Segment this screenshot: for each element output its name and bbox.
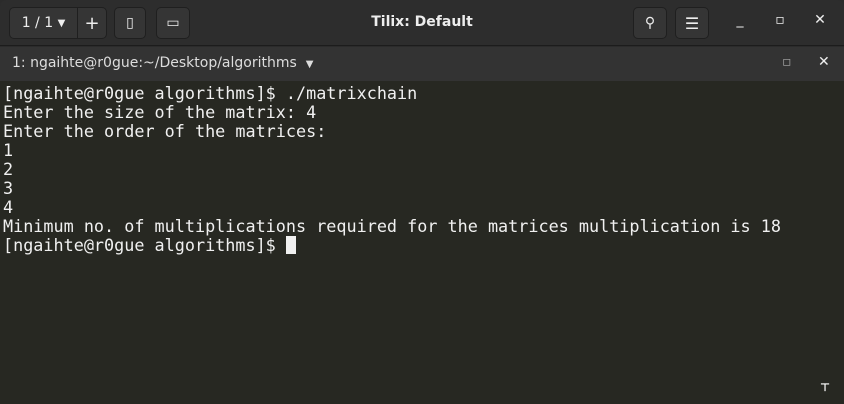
prompt: [ngaihte@r0gue algorithms]$ — [3, 235, 286, 255]
terminal-title-label: 1: ngaihte@r0gue:~/Desktop/algorithms — [12, 55, 297, 71]
text-cursor-icon: ⊤ — [820, 381, 831, 394]
maximize-icon: ▫ — [775, 12, 785, 28]
chevron-down-icon: ▼ — [305, 59, 314, 70]
title-bar: 1 / 1 ▼ + ▯ ▭ Tilix: Default ⚲ ☰ _ ▫ ✕ — [0, 0, 844, 46]
terminal-line: [ngaihte@r0gue algorithms]$ ./matrixchai… — [3, 83, 418, 103]
terminal-line: 2 — [3, 159, 14, 179]
terminal-line: 4 — [3, 197, 14, 217]
maximize-button[interactable]: ▫ — [770, 12, 790, 28]
close-button[interactable]: ✕ — [810, 12, 830, 28]
search-button[interactable]: ⚲ — [633, 7, 667, 39]
terminal-title: 1: ngaihte@r0gue:~/Desktop/algorithms ▼ — [12, 55, 313, 71]
terminal-line: 3 — [3, 178, 14, 198]
terminal-line: Minimum no. of multiplications required … — [3, 216, 781, 236]
close-terminal-button[interactable]: ✕ — [818, 54, 830, 70]
maximize-terminal-button[interactable]: ▫ — [782, 54, 792, 70]
minimize-button[interactable]: _ — [730, 12, 750, 28]
terminal-output[interactable]: [ngaihte@r0gue algorithms]$ ./matrixchai… — [0, 81, 844, 404]
window-title: Tilix: Default — [371, 14, 473, 30]
terminal-line: 1 — [3, 140, 14, 160]
terminal-line: Enter the size of the matrix: 4 — [3, 102, 317, 122]
search-icon: ⚲ — [644, 15, 656, 31]
terminal-tab[interactable]: 1: ngaihte@r0gue:~/Desktop/algorithms ▼ … — [0, 47, 844, 81]
menu-button[interactable]: ☰ — [675, 7, 709, 39]
terminal-line: Enter the order of the matrices: — [3, 121, 327, 141]
close-icon: ✕ — [814, 12, 826, 28]
cursor — [285, 236, 296, 254]
hamburger-icon: ☰ — [684, 13, 700, 33]
minimize-icon: _ — [736, 12, 744, 28]
prompt-line: [ngaihte@r0gue algorithms]$ — [3, 236, 844, 255]
